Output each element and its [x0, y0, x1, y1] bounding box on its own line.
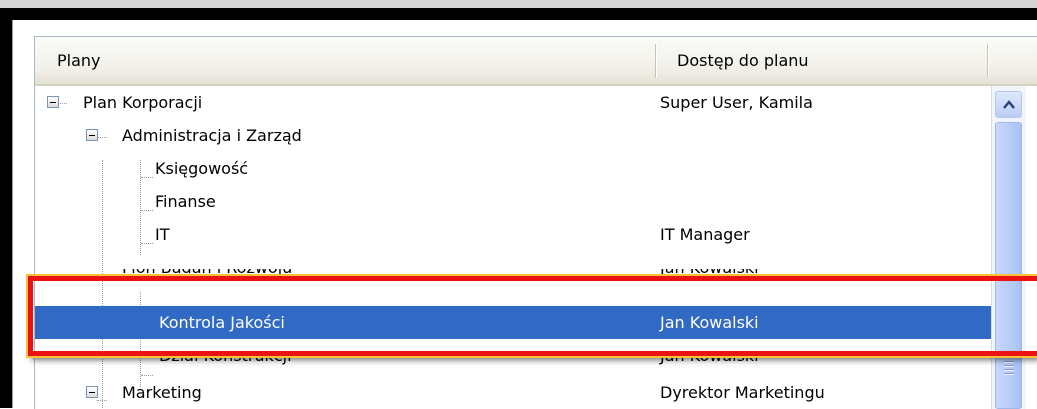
highlight-annotation-box — [28, 276, 1037, 356]
scroll-up-button[interactable] — [995, 91, 1022, 118]
minus-box-icon[interactable] — [47, 96, 59, 108]
column-header-divider[interactable] — [655, 44, 657, 78]
tree-row-marketing[interactable]: Marketing Dyrektor Marketingu — [35, 376, 991, 409]
tree-row-access: IT Manager — [660, 225, 750, 244]
column-header-bar: Plany Dostęp do planu — [35, 37, 1037, 86]
vertical-scrollbar[interactable] — [991, 86, 1026, 409]
minus-box-icon[interactable] — [86, 129, 98, 141]
tree-row-access: Super User, Kamila — [660, 93, 813, 112]
tree-row-it[interactable]: IT IT Manager — [35, 218, 991, 251]
minus-box-icon[interactable] — [86, 386, 98, 398]
tree-row-access: Jan Kowalski — [660, 355, 759, 365]
tree-row-label: IT — [155, 225, 170, 244]
scroll-thumb[interactable] — [995, 122, 1022, 409]
tree-row-administracja[interactable]: Administracja i Zarząd — [35, 119, 991, 152]
tree-row-label: Księgowość — [155, 159, 249, 178]
column-header-access[interactable]: Dostęp do planu — [677, 37, 809, 84]
tree-row-label: Plan Korporacji — [83, 93, 203, 112]
scroll-thumb-grip — [1004, 365, 1014, 367]
tree-row-label: Marketing — [122, 383, 202, 402]
tree-row-ksiegowosc[interactable]: Księgowość — [35, 152, 991, 185]
window-top-edge — [0, 0, 1037, 8]
window-inner-margin — [12, 20, 23, 408]
window-border-top — [0, 8, 1037, 20]
tree-row-label: Administracja i Zarząd — [122, 126, 302, 145]
tree-row-finanse[interactable]: Finanse — [35, 185, 991, 218]
tree-row-label: Finanse — [155, 192, 216, 211]
scroll-thumb-grip — [1004, 369, 1014, 371]
scroll-thumb-grip — [1004, 373, 1014, 375]
column-header-divider[interactable] — [987, 44, 989, 78]
column-header-plans[interactable]: Plany — [57, 37, 101, 84]
scroll-thumb-grip — [1004, 361, 1014, 363]
chevron-up-icon — [1003, 100, 1015, 109]
window-border-left — [0, 8, 12, 408]
tree-row-plan-korporacji[interactable]: Plan Korporacji Super User, Kamila — [35, 86, 991, 119]
tree-row-label: Dział Konstrukcji — [159, 355, 292, 365]
tree-row-dzial-konstrukcji[interactable]: Dział Konstrukcji Jan Kowalski — [35, 355, 991, 367]
tree-row-access: Dyrektor Marketingu — [660, 383, 825, 402]
